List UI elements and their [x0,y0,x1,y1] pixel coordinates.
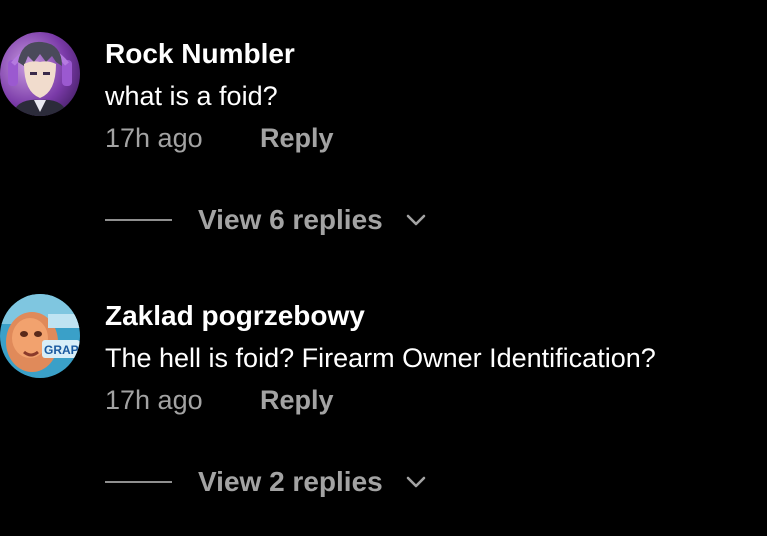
view-replies-button[interactable]: View 6 replies [105,204,505,236]
reply-button[interactable]: Reply [260,384,334,416]
chevron-down-icon [406,214,426,226]
comment-author[interactable]: Rock Numbler [105,38,295,70]
comment-author[interactable]: Zaklad pogrzebowy [105,300,365,332]
replies-divider-line [105,481,172,483]
comment-text: what is a foid? [105,81,278,111]
avatar[interactable]: GRAP [0,294,80,378]
svg-text:GRAP: GRAP [44,343,79,357]
comment-text: The hell is foid? Firearm Owner Identifi… [105,343,656,373]
view-replies-label: View 6 replies [198,204,383,235]
comment-timestamp: 17h ago [105,385,203,415]
comment-timestamp: 17h ago [105,123,203,153]
replies-divider-line [105,219,172,221]
chevron-down-icon [406,476,426,488]
view-replies-button[interactable]: View 2 replies [105,466,505,498]
avatar[interactable] [0,32,80,116]
view-replies-label: View 2 replies [198,466,383,497]
reply-button[interactable]: Reply [260,122,334,154]
